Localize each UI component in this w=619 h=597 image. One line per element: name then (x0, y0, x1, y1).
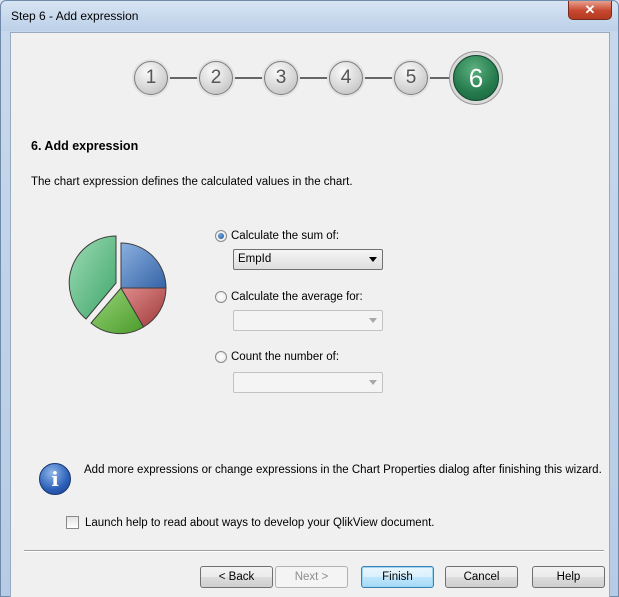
chevron-down-icon (369, 380, 377, 385)
radio-count-label: Count the number of: (231, 351, 340, 363)
wizard-window: Step 6 - Add expression ✕ 1 2 3 4 5 6 6.… (0, 0, 619, 597)
window-title: Step 6 - Add expression (11, 9, 139, 23)
radio-count-button[interactable] (215, 351, 227, 363)
page-heading: 6. Add expression (31, 139, 139, 153)
pie-slice-blue (120, 242, 167, 289)
back-button[interactable]: < Back (200, 566, 273, 588)
separator (24, 550, 604, 552)
close-icon: ✕ (584, 2, 596, 17)
radio-count[interactable]: Count the number of: (215, 351, 339, 363)
info-text: Add more expressions or change expressio… (84, 464, 602, 476)
chevron-down-icon (369, 318, 377, 323)
chevron-down-icon (369, 257, 377, 262)
step-4[interactable]: 4 (329, 61, 363, 95)
next-button[interactable]: Next > (275, 566, 348, 588)
step-2[interactable]: 2 (199, 61, 233, 95)
radio-average[interactable]: Calculate the average for: (215, 291, 363, 303)
step-6-active[interactable]: 6 (453, 55, 499, 101)
page-description: The chart expression defines the calcula… (31, 176, 353, 188)
radio-sum-button[interactable] (215, 230, 227, 242)
launch-help-checkbox[interactable] (66, 516, 79, 529)
sum-field-value: EmpId (238, 253, 272, 265)
close-button[interactable]: ✕ (568, 1, 612, 20)
info-icon: i (39, 463, 71, 495)
title-bar[interactable]: Step 6 - Add expression ✕ (1, 1, 618, 31)
average-field-combo[interactable] (233, 310, 383, 331)
finish-button[interactable]: Finish (361, 566, 434, 588)
radio-sum-label: Calculate the sum of: (231, 230, 340, 242)
radio-average-label: Calculate the average for: (231, 291, 363, 303)
step-1[interactable]: 1 (134, 61, 168, 95)
sum-field-combo[interactable]: EmpId (233, 249, 383, 270)
step-3[interactable]: 3 (264, 61, 298, 95)
step-5[interactable]: 5 (394, 61, 428, 95)
radio-average-button[interactable] (215, 291, 227, 303)
cancel-button[interactable]: Cancel (445, 566, 518, 588)
help-button[interactable]: Help (532, 566, 605, 588)
count-field-combo[interactable] (233, 372, 383, 393)
launch-help-label: Launch help to read about ways to develo… (85, 516, 435, 529)
radio-sum[interactable]: Calculate the sum of: (215, 230, 339, 242)
pie-chart-icon (68, 235, 167, 335)
launch-help-checkbox-row[interactable]: Launch help to read about ways to develo… (66, 516, 434, 529)
